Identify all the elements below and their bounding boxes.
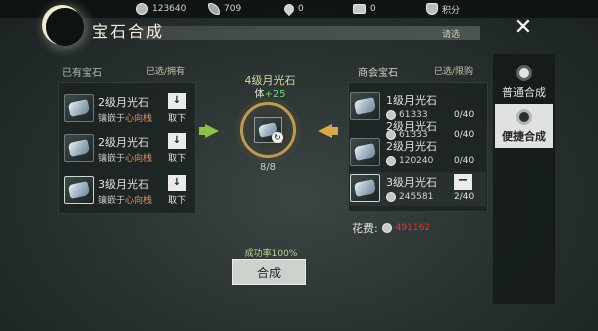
page-title: 宝石合成 [92, 22, 165, 41]
tab-quick-combine[interactable]: 便捷合成 [495, 104, 553, 148]
target-gem-attr: 体+25 [254, 89, 286, 100]
moonstone-gem-icon [350, 174, 380, 202]
progress-count: 8/8 [259, 162, 277, 173]
drop-value: 0 [298, 4, 304, 14]
silver-coin-icon [386, 192, 396, 202]
gem-name: 1级月光石 [386, 94, 437, 107]
gem-count: 0/40 [454, 156, 475, 166]
remove-button[interactable]: 取下 [168, 111, 186, 124]
gem-tab-icon [516, 64, 532, 81]
drop-icon [281, 1, 297, 17]
owned-gems-heading: 已有宝石 [62, 68, 102, 79]
tab-normal-combine[interactable]: 普通合成 [495, 60, 553, 104]
move-down-button[interactable]: ↓ [168, 133, 186, 149]
gem-count: 2/40 [454, 192, 475, 202]
points-label: 积分 [442, 5, 461, 16]
gem-name: 2级月光石 [98, 136, 149, 149]
gem-location: 镶嵌于心向栈 [98, 154, 153, 164]
silver-coin-icon [386, 156, 396, 166]
total-cost: 花费: 491162 [352, 220, 430, 236]
list-item[interactable]: 2级月光石 120240 0/40 [350, 136, 486, 170]
gem-price: 245581 [386, 192, 433, 202]
shop-gems-heading: 商会宝石 [358, 68, 398, 79]
card-value: 0 [370, 4, 376, 14]
cost-value: 491162 [395, 223, 431, 233]
list-item[interactable]: 3级月光石 镶嵌于心向栈 ↓ 取下 [64, 174, 192, 206]
list-item[interactable]: 3级月光石 245581 − 2/40 [350, 172, 486, 206]
swap-icon: ↻ [272, 132, 283, 143]
move-down-button[interactable]: ↓ [168, 175, 186, 191]
gem-price: 120240 [386, 156, 433, 166]
gem-name: 3级月光石 [386, 176, 437, 189]
decrease-button[interactable]: − [454, 174, 472, 190]
card-currency: 0 [353, 1, 376, 17]
moonstone-gem-icon [64, 94, 94, 122]
silver-coin-icon [136, 3, 148, 15]
shop-gems-column: 已选/限购 [434, 67, 474, 77]
remove-button[interactable]: 取下 [168, 193, 186, 206]
arrow-left-icon [318, 124, 332, 138]
moon-emblem-icon [46, 8, 84, 46]
silver-currency: 123640 [136, 1, 186, 17]
combine-button[interactable]: 合成 [232, 259, 306, 285]
moonstone-gem-icon [350, 138, 380, 166]
list-item[interactable]: 2级月光石 镶嵌于心向栈 ↓ 取下 [64, 92, 192, 124]
gem-name: 3级月光石 [98, 178, 149, 191]
cost-label: 花费: [352, 222, 378, 235]
silver-coin-icon [381, 223, 392, 233]
ingot-icon [208, 3, 220, 15]
list-item[interactable]: 2级月光石 镶嵌于心向栈 ↓ 取下 [64, 132, 192, 164]
gem-tab-icon [516, 108, 532, 125]
card-icon [353, 4, 366, 14]
close-button[interactable]: ✕ [508, 17, 538, 40]
moonstone-gem-icon [350, 92, 380, 120]
ingot-value: 709 [224, 4, 242, 14]
gem-name: 2级月光石 [386, 140, 437, 153]
tab-label: 便捷合成 [502, 129, 546, 143]
moonstone-gem-icon [64, 176, 94, 204]
drop-currency: 0 [281, 1, 304, 17]
gem-name: 2级月光石 [98, 96, 149, 109]
shield-icon [426, 3, 438, 15]
tab-label: 普通合成 [502, 85, 546, 99]
gem-location: 镶嵌于心向栈 [98, 114, 153, 124]
success-rate: 成功率100% [244, 249, 298, 259]
silver-value: 123640 [152, 4, 187, 14]
ingot-currency: 709 [208, 1, 241, 17]
hint-text: 请选 [442, 30, 461, 40]
arrow-right-icon [205, 124, 219, 138]
points-currency: 积分 [426, 1, 460, 17]
moonstone-gem-icon [64, 134, 94, 162]
move-down-button[interactable]: ↓ [168, 93, 186, 109]
owned-gems-column: 已选/拥有 [146, 67, 186, 77]
title-bar [140, 26, 480, 40]
remove-button[interactable]: 取下 [168, 151, 186, 164]
gem-location: 镶嵌于心向栈 [98, 196, 153, 206]
